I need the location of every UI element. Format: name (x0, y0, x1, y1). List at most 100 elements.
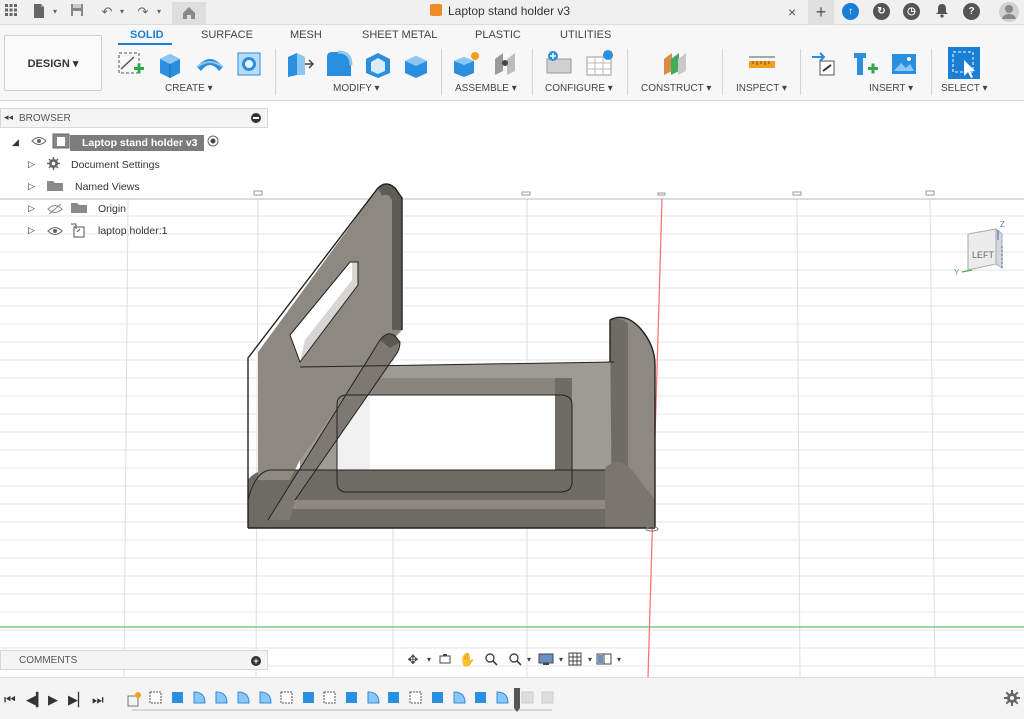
zoom-icon[interactable] (483, 652, 499, 668)
browser-panel-header[interactable]: ◂◂ BROWSER (0, 108, 268, 128)
create-group-label[interactable]: CREATE ▾ (165, 83, 213, 94)
redo-chevron-icon[interactable]: ▾ (150, 3, 168, 21)
extensions-icon[interactable]: ↑ (842, 3, 859, 20)
workspace-switcher[interactable]: DESIGN ▾ (4, 35, 102, 91)
tree-item-component[interactable]: ▷ laptop holder:1 (0, 221, 230, 241)
active-radio-icon[interactable] (207, 135, 219, 150)
new-component-icon[interactable] (451, 49, 481, 79)
inspect-group-label[interactable]: INSPECT ▾ (736, 83, 787, 94)
user-avatar[interactable] (998, 1, 1020, 23)
home-icon[interactable] (172, 2, 206, 24)
tab-sheet-metal[interactable]: SHEET METAL (362, 29, 437, 41)
press-pull-icon[interactable] (285, 49, 315, 79)
view-cube[interactable]: LEFT Z Y (954, 220, 1008, 277)
insert-canvas-icon[interactable] (889, 49, 919, 79)
clock-icon[interactable]: ◷ (903, 3, 920, 20)
job-status-icon[interactable]: ↻ (873, 3, 890, 20)
tree-item-document-settings[interactable]: ▷ Document Settings (0, 155, 230, 175)
title-bar: ▾ ↶ ▾ ↷ ▾ Laptop stand holder v3 × + ↑ ↻… (0, 0, 1024, 25)
notifications-bell-icon[interactable] (933, 3, 951, 21)
toolbar-divider (931, 49, 932, 95)
add-comment-button[interactable]: + (251, 656, 261, 666)
go-to-end-icon[interactable]: ⏭ (92, 692, 104, 708)
viewports-chevron-icon[interactable]: ▾ (611, 652, 627, 668)
view-cube-z-axis-label: Z (1000, 220, 1005, 229)
insert-mcmaster-icon[interactable] (850, 49, 880, 79)
pan-hand-icon[interactable]: ✋ (459, 652, 475, 668)
step-back-icon[interactable]: ◀▎ (26, 692, 46, 708)
close-tab-button[interactable]: × (788, 4, 796, 20)
tree-item-origin[interactable]: ▷ Origin (0, 199, 230, 219)
tab-mesh[interactable]: MESH (290, 29, 322, 41)
browser-minimize-icon[interactable] (251, 113, 261, 123)
go-to-start-icon[interactable]: ⏮ (4, 692, 16, 708)
assemble-group-label[interactable]: ASSEMBLE ▾ (455, 83, 517, 94)
tree-item-label: Origin (98, 203, 127, 215)
app-grid-icon[interactable] (2, 3, 20, 21)
tree-item-label: laptop holder:1 (98, 225, 168, 237)
create-sketch-icon[interactable] (116, 49, 146, 79)
insert-group-label[interactable]: INSERT ▾ (869, 83, 913, 94)
file-menu-chevron-icon[interactable]: ▾ (46, 3, 64, 21)
orbit-icon[interactable]: ✥ (405, 652, 421, 668)
look-at-icon[interactable] (437, 652, 453, 668)
expand-arrow-icon[interactable]: ▷ (28, 181, 35, 192)
tab-solid[interactable]: SOLID (130, 29, 164, 41)
visibility-eye-icon[interactable] (31, 135, 47, 150)
extrude-icon[interactable] (155, 49, 185, 79)
expand-root-icon[interactable]: ◢ (12, 137, 19, 148)
insert-derive-icon[interactable] (810, 49, 840, 79)
fusion-app: ▾ ↶ ▾ ↷ ▾ Laptop stand holder v3 × + ↑ ↻… (0, 0, 1024, 719)
tree-item-label: Named Views (75, 181, 140, 193)
offset-plane-icon[interactable] (660, 49, 690, 79)
configure-group-label[interactable]: CONFIGURE ▾ (545, 83, 613, 94)
toolbar-divider (627, 49, 628, 95)
tree-item-named-views[interactable]: ▷ Named Views (0, 177, 230, 197)
toolbar-divider (722, 49, 723, 95)
tab-utilities[interactable]: UTILITIES (560, 29, 611, 41)
joint-icon[interactable] (491, 49, 521, 79)
display-settings-icon[interactable] (538, 652, 554, 668)
help-icon[interactable]: ? (963, 3, 980, 20)
fillet-icon[interactable] (324, 49, 354, 79)
comments-panel-header[interactable]: COMMENTS + (0, 650, 268, 670)
construct-group-label[interactable]: CONSTRUCT ▾ (641, 83, 711, 94)
gear-icon (47, 157, 60, 173)
toolbar-divider (800, 49, 801, 95)
tab-plastic[interactable]: PLASTIC (475, 29, 521, 41)
combine-icon[interactable] (402, 49, 432, 79)
timeline-features[interactable] (122, 686, 562, 714)
tab-surface[interactable]: SURFACE (201, 29, 253, 41)
document-title: Laptop stand holder v3 (448, 4, 571, 18)
zoom-chevron-icon[interactable]: ▾ (521, 652, 537, 668)
viewports-icon[interactable] (596, 652, 612, 668)
document-cube-icon (430, 4, 442, 16)
configure-table-icon[interactable] (544, 49, 574, 79)
visibility-eye-icon[interactable] (47, 225, 63, 240)
measure-icon[interactable] (747, 49, 777, 79)
play-icon[interactable]: ▶ (48, 692, 58, 708)
expand-arrow-icon[interactable]: ▷ (28, 159, 35, 170)
collapse-panel-icon[interactable]: ◂◂ (4, 112, 13, 123)
expand-arrow-icon[interactable]: ▷ (28, 203, 35, 214)
revolve-icon[interactable] (195, 49, 225, 79)
folder-icon (70, 202, 88, 217)
timeline-settings-gear-icon[interactable] (1004, 690, 1020, 711)
document-tab[interactable]: Laptop stand holder v3 (430, 4, 570, 18)
orbit-chevron-icon[interactable]: ▾ (421, 652, 437, 668)
modify-group-label[interactable]: MODIFY ▾ (333, 83, 380, 94)
select-icon[interactable] (947, 46, 981, 80)
hole-icon[interactable] (234, 49, 264, 79)
active-tab-indicator (118, 43, 172, 45)
select-group-label[interactable]: SELECT ▾ (941, 83, 988, 94)
new-tab-button[interactable]: + (808, 0, 834, 25)
undo-chevron-icon[interactable]: ▾ (113, 3, 131, 21)
tree-root-label[interactable]: Laptop stand holder v3 (70, 135, 204, 151)
grid-settings-icon[interactable] (567, 652, 583, 668)
shell-icon[interactable] (363, 49, 393, 79)
save-icon[interactable] (68, 3, 86, 21)
hidden-eye-icon[interactable] (47, 203, 63, 218)
step-forward-icon[interactable]: ▶▏ (68, 692, 88, 708)
configuration-grid-icon[interactable] (584, 49, 614, 79)
expand-arrow-icon[interactable]: ▷ (28, 225, 35, 236)
